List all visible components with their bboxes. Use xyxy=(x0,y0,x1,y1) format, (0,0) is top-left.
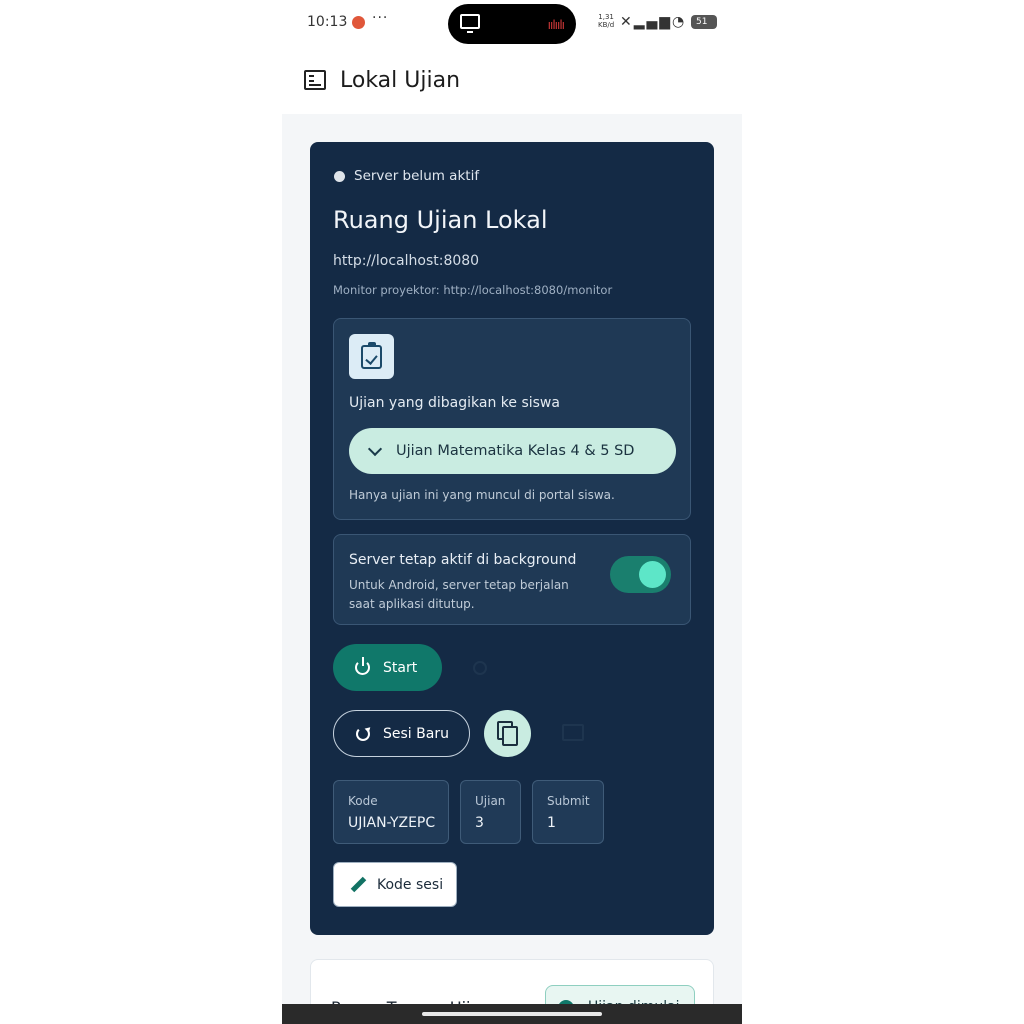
exam-select-dropdown[interactable]: Ujian Matematika Kelas 4 & 5 SD xyxy=(349,428,676,474)
server-status-text: Server belum aktif xyxy=(354,168,480,184)
battery-icon: 51 xyxy=(691,15,717,29)
background-toggle-description: Untuk Android, server tetap berjalan saa… xyxy=(349,578,569,611)
status-dot-icon xyxy=(334,170,345,182)
monitor-url: Monitor proyektor: http://localhost:8080… xyxy=(333,283,613,297)
status-bar: 10:13 ··· ıılıılı 1,31 KB/d ✕▂▄▆◔ 51 xyxy=(282,0,742,46)
shared-exam-section: Ujian yang dibagikan ke siswa Ujian Mate… xyxy=(333,318,691,520)
shared-exam-label: Ujian yang dibagikan ke siswa xyxy=(349,395,560,411)
chevron-down-icon xyxy=(367,441,383,456)
phone-screen: 10:13 ··· ıılıılı 1,31 KB/d ✕▂▄▆◔ 51 Lok… xyxy=(282,0,742,1024)
stat-value: 1 xyxy=(547,815,556,831)
home-handle[interactable] xyxy=(422,1012,602,1016)
stat-session-code: Kode UJIAN-YZEPC xyxy=(333,780,449,844)
network-speed: 1,31 KB/d xyxy=(598,13,614,29)
background-toggle-title: Server tetap aktif di background xyxy=(349,552,577,568)
network-speed-unit: KB/d xyxy=(598,21,615,29)
navigation-bar xyxy=(282,1004,742,1024)
server-card: Server belum aktif Ruang Ujian Lokal htt… xyxy=(310,142,714,935)
edit-session-code-button[interactable]: Kode sesi xyxy=(333,862,457,907)
app-bar: Lokal Ujian xyxy=(282,46,742,114)
power-icon xyxy=(355,657,370,675)
more-notifications-icon: ··· xyxy=(372,10,389,26)
new-session-label: Sesi Baru xyxy=(383,725,449,742)
monitor-icon[interactable] xyxy=(562,724,584,741)
start-button-label: Start xyxy=(383,659,418,676)
refresh-icon xyxy=(356,726,370,741)
stat-exam-count: Ujian 3 xyxy=(460,780,521,844)
network-speed-value: 1,31 xyxy=(598,13,614,21)
clipboard-check-icon xyxy=(349,334,394,379)
stat-label: Kode xyxy=(348,794,378,808)
server-status: Server belum aktif xyxy=(334,168,479,184)
checklist-icon xyxy=(304,70,326,90)
selected-exam: Ujian Matematika Kelas 4 & 5 SD xyxy=(396,443,635,459)
start-button[interactable]: Start xyxy=(333,644,442,691)
new-session-button[interactable]: Sesi Baru xyxy=(333,710,470,757)
main-content[interactable]: Server belum aktif Ruang Ujian Lokal htt… xyxy=(282,114,742,1024)
exam-help-text: Hanya ujian ini yang muncul di portal si… xyxy=(349,488,615,502)
copy-button[interactable] xyxy=(484,710,531,757)
notification-icon xyxy=(352,16,365,29)
background-server-toggle[interactable] xyxy=(610,556,671,593)
pencil-icon xyxy=(350,876,367,893)
audio-wave-icon: ıılıılı xyxy=(547,18,565,32)
mute-signal-wifi-icons: ✕▂▄▆◔ xyxy=(620,14,687,30)
page-title: Lokal Ujian xyxy=(340,68,461,93)
status-time: 10:13 xyxy=(307,14,348,30)
stat-label: Submit xyxy=(547,794,590,808)
server-url: http://localhost:8080 xyxy=(333,253,480,269)
stat-value: UJIAN-YZEPC xyxy=(348,815,436,831)
screen-cast-icon xyxy=(460,14,480,33)
dynamic-island: ıılıılı xyxy=(448,4,576,44)
room-title: Ruang Ujian Lokal xyxy=(333,206,548,234)
stat-label: Ujian xyxy=(475,794,506,808)
background-server-section: Server tetap aktif di background Untuk A… xyxy=(333,534,691,625)
edit-session-code-label: Kode sesi xyxy=(377,876,444,893)
toggle-knob xyxy=(639,561,666,588)
stat-submit-count: Submit 1 xyxy=(532,780,604,844)
stop-icon[interactable] xyxy=(473,661,487,675)
stat-value: 3 xyxy=(475,815,484,831)
